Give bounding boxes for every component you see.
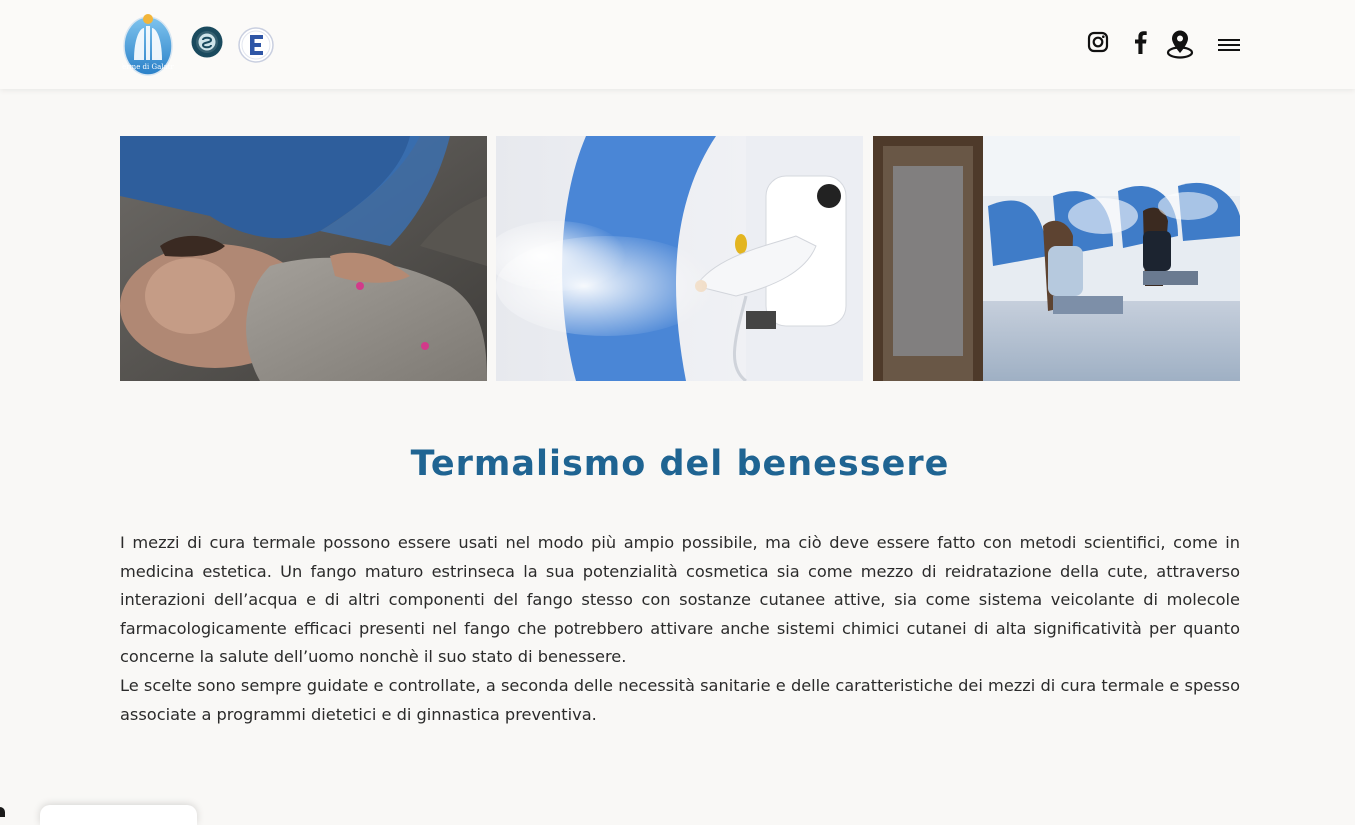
e-badge-logo [238,27,274,63]
hamburger-menu-icon[interactable] [1218,26,1240,62]
header-nav [1086,26,1240,62]
photo-gallery [120,136,1240,381]
site-header: Terme di Galatro [0,0,1355,89]
inhalation-room-photo[interactable] [873,136,1240,381]
instagram-icon[interactable] [1086,26,1110,62]
paragraph-1: I mezzi di cura termale possono essere u… [120,533,1240,667]
logo-caption: Terme di Galatro [122,63,174,71]
inhalation-device-photo[interactable] [496,136,863,381]
map-pin-icon[interactable] [1166,26,1194,62]
facebook-icon[interactable] [1132,26,1148,62]
accreditation-seal-logo [191,26,223,58]
corner-widget[interactable] [0,807,5,817]
paragraph-2: Le scelte sono sempre guidate e controll… [120,675,1240,724]
terme-galatro-logo[interactable]: Terme di Galatro [122,10,174,76]
page-title: Termalismo del benessere [410,444,950,484]
body-text: I mezzi di cura termale possono essere u… [120,529,1240,729]
cookie-banner-tab[interactable] [40,805,197,825]
mud-therapy-photo[interactable] [120,136,487,381]
